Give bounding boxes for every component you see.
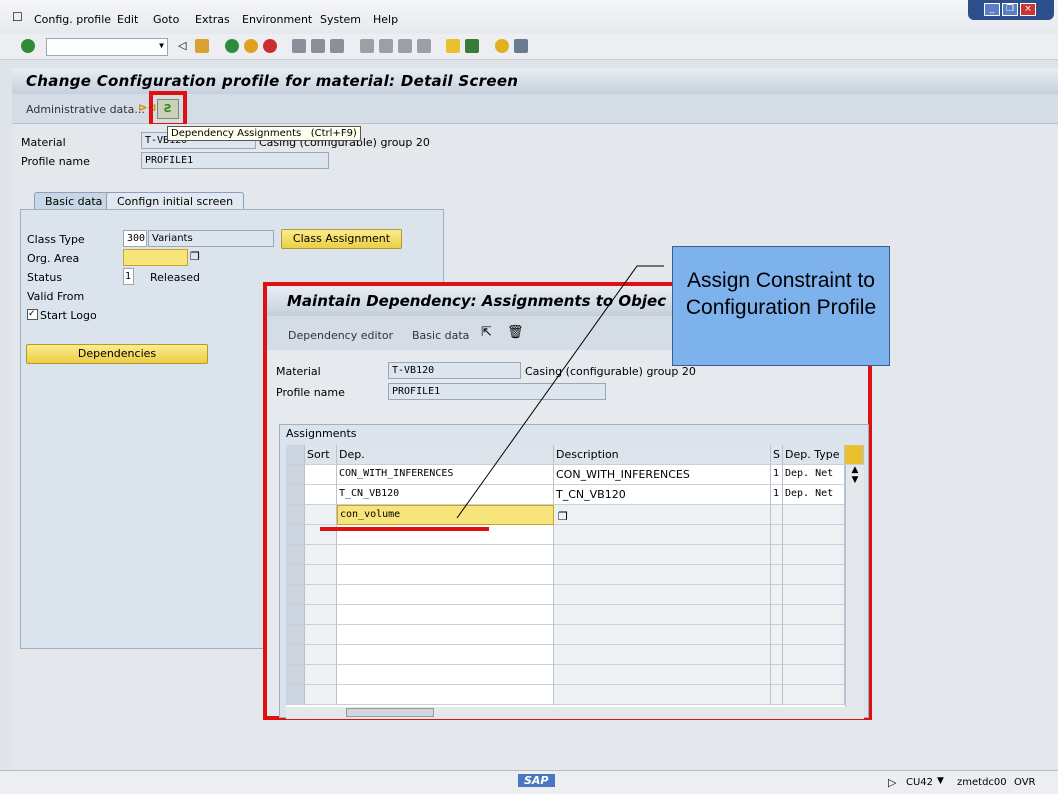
input-underline-highlight [320, 527, 489, 531]
callout-pointer [456, 265, 664, 519]
callout-box: Assign Constraint to Configuration Profi… [672, 246, 890, 366]
transaction-code[interactable]: CU42 [906, 777, 933, 788]
insert-mode: OVR [1014, 777, 1036, 788]
status-bar: SAP ▷ CU42 ▼ zmetdc00 OVR [0, 770, 1058, 794]
server-name: zmetdc00 [957, 777, 1007, 788]
callout-line [320, 265, 664, 531]
status-expand-icon[interactable]: ▷ [888, 776, 896, 789]
chevron-down-icon[interactable]: ▼ [937, 776, 944, 786]
sap-logo: SAP [518, 774, 555, 787]
